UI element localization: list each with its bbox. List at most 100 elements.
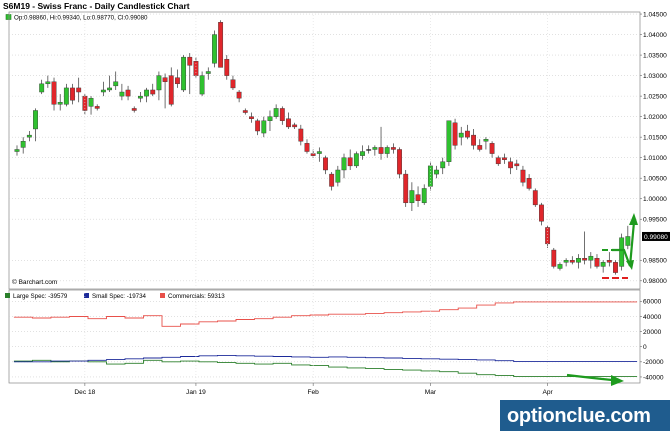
candle <box>298 124 304 146</box>
candle-body <box>298 128 304 142</box>
candle <box>464 124 470 140</box>
candle <box>119 83 125 101</box>
watermark-text: optionclue.com <box>507 405 651 427</box>
price-tick-label: 1.02000 <box>643 114 667 121</box>
candle-body <box>545 227 551 245</box>
cot-lines <box>13 301 638 378</box>
price-tick-label: 1.01500 <box>643 134 667 141</box>
candle <box>397 147 402 179</box>
candle-body <box>514 163 520 167</box>
candle-body <box>144 89 149 97</box>
candle-body <box>292 124 298 128</box>
candles <box>14 20 631 275</box>
x-tick-label: Jan 19 <box>186 389 206 396</box>
candle <box>502 153 507 164</box>
candle-body <box>409 190 415 204</box>
candle-body <box>372 147 378 150</box>
candle <box>156 71 162 101</box>
commercials-legend: Commercials: 59313 <box>168 293 225 300</box>
candle <box>403 169 409 207</box>
candle <box>495 155 501 166</box>
candle-body <box>353 153 359 167</box>
candle-body <box>502 157 507 160</box>
candle <box>199 71 205 97</box>
price-tick-label: 0.98000 <box>643 278 667 285</box>
candle <box>551 247 557 269</box>
candle-body <box>366 149 372 151</box>
candle <box>249 112 254 123</box>
candle <box>88 96 94 115</box>
candle-body <box>218 22 224 68</box>
candle-body <box>508 161 514 169</box>
candle <box>107 75 112 93</box>
candle <box>613 260 618 275</box>
candle-body <box>539 204 544 222</box>
candle-body <box>14 149 20 152</box>
candle <box>224 55 230 80</box>
candle <box>489 141 495 158</box>
ohlc-label: Op:0.98860, Hi:0.99340, Lo:0.98770, Cl:0… <box>14 15 148 22</box>
candle <box>471 128 477 150</box>
candle-body <box>236 91 242 99</box>
candle-body <box>495 157 501 165</box>
large-spec-legend: Large Spec: -39579 <box>13 293 68 300</box>
candle <box>557 262 563 271</box>
price-tick-label: 0.99500 <box>643 217 667 224</box>
ohlc-swatch-icon <box>5 14 12 20</box>
cot-tick-label: -20000 <box>643 359 664 366</box>
candle-body <box>249 116 254 119</box>
price-tick-label: 1.00000 <box>643 196 667 203</box>
candle <box>267 110 273 132</box>
candle <box>477 139 483 152</box>
candle <box>304 139 310 154</box>
green-arrow-down-head-icon <box>626 260 634 270</box>
candle <box>378 126 384 160</box>
candle-body <box>150 89 156 95</box>
candle <box>94 104 100 111</box>
x-tick-label: Feb <box>307 389 319 396</box>
candle <box>242 108 248 115</box>
candle <box>421 184 427 205</box>
candle-body <box>70 87 75 101</box>
candle-body <box>174 77 180 85</box>
candle <box>508 157 514 175</box>
candle-body <box>26 134 32 138</box>
candle <box>384 145 390 158</box>
candle <box>446 120 452 166</box>
candle <box>483 137 489 150</box>
candle-body <box>397 149 402 175</box>
candle-body <box>471 134 477 146</box>
commercials-swatch-icon <box>160 293 165 298</box>
candle-body <box>452 122 458 146</box>
candle <box>230 75 236 90</box>
price-tick-label: 1.03500 <box>643 52 667 59</box>
candle-body <box>199 75 205 95</box>
candle-body <box>33 110 38 130</box>
candle-body <box>205 71 211 74</box>
candle-body <box>520 169 526 183</box>
candle <box>279 106 285 125</box>
cot-tick-label: -40000 <box>643 374 664 381</box>
candle-body <box>606 260 612 263</box>
price-tick-label: 1.04000 <box>643 32 667 39</box>
candle <box>57 94 63 111</box>
candle <box>576 254 581 269</box>
candle-body <box>563 260 569 263</box>
candle <box>286 112 291 129</box>
candle-body <box>458 132 464 138</box>
candle-body <box>384 147 390 154</box>
price-y-axis: 1.04500 1.04000 1.03500 1.03000 1.02500 1.020… <box>640 11 670 285</box>
candle-body <box>131 108 137 111</box>
candle <box>125 85 131 101</box>
candle-body <box>440 161 446 169</box>
candle <box>409 182 415 212</box>
price-tick-label: 1.03000 <box>643 73 667 80</box>
candle <box>45 75 51 88</box>
cot-series-line <box>13 359 638 378</box>
candle <box>113 71 119 90</box>
candle-body <box>45 81 51 85</box>
candle <box>347 149 353 170</box>
candle <box>335 165 341 187</box>
candle <box>76 77 82 103</box>
cot-panel-frame <box>8 289 641 384</box>
